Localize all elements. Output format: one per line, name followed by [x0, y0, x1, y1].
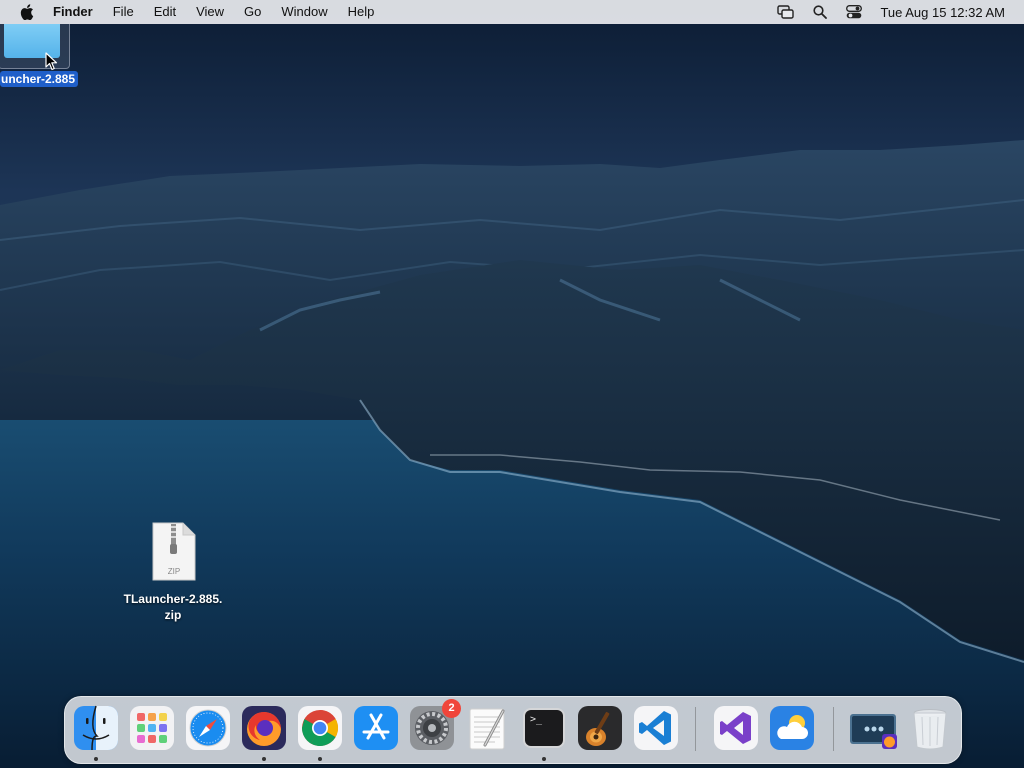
- dock-separator-2: [833, 707, 834, 751]
- trash-icon[interactable]: [907, 705, 953, 751]
- terminal-prompt-text: >_: [530, 714, 543, 725]
- terminal-running-indicator: [542, 757, 546, 761]
- system-preferences-icon[interactable]: 2: [409, 699, 461, 751]
- terminal-icon[interactable]: >_: [521, 705, 567, 751]
- firefox-icon[interactable]: [241, 705, 287, 751]
- textedit-icon[interactable]: [465, 705, 511, 751]
- menu-go[interactable]: Go: [234, 0, 271, 24]
- mouse-cursor-icon: [45, 52, 58, 71]
- zip-file-type-text: ZIP: [167, 567, 181, 576]
- zip-file-label[interactable]: TLauncher-2.885. zip: [108, 591, 238, 623]
- vscode-icon[interactable]: [633, 705, 679, 751]
- spotlight-search-icon[interactable]: [810, 0, 830, 24]
- garageband-icon[interactable]: [577, 705, 623, 751]
- chrome-icon[interactable]: [297, 705, 343, 751]
- control-center-icon[interactable]: [844, 0, 864, 24]
- menu-view[interactable]: View: [186, 0, 234, 24]
- desktop-folder-icon[interactable]: [0, 24, 70, 69]
- menu-help[interactable]: Help: [338, 0, 385, 24]
- desktop-wallpaper: [0, 0, 1024, 768]
- zip-file-icon[interactable]: ZIP: [150, 522, 198, 582]
- desktop-folder-label[interactable]: uncher-2.885: [0, 71, 79, 87]
- safari-icon[interactable]: [185, 705, 231, 751]
- visual-studio-icon[interactable]: [713, 705, 759, 751]
- dock-separator: [695, 707, 696, 751]
- app-store-icon[interactable]: [353, 705, 399, 751]
- menu-edit[interactable]: Edit: [144, 0, 186, 24]
- launchpad-icon[interactable]: [129, 705, 175, 751]
- menu-bar-clock[interactable]: Tue Aug 15 12:32 AM: [880, 5, 1005, 20]
- dock: 2 >_: [64, 696, 962, 764]
- zip-file-label-line2: zip: [164, 608, 182, 622]
- finder-icon[interactable]: [73, 705, 119, 751]
- finder-running-indicator: [94, 757, 98, 761]
- downloads-stack-icon[interactable]: [849, 705, 899, 751]
- apple-logo-icon[interactable]: [17, 0, 37, 24]
- menu-window[interactable]: Window: [271, 0, 337, 24]
- screen-mirroring-icon[interactable]: [776, 0, 796, 24]
- system-preferences-badge: 2: [442, 699, 461, 718]
- zip-file-label-line1: TLauncher-2.885.: [123, 592, 223, 606]
- menu-bar: Finder File Edit View Go Window Help Tue…: [0, 0, 1024, 24]
- chrome-running-indicator: [318, 757, 322, 761]
- weather-icon[interactable]: [769, 705, 815, 751]
- firefox-running-indicator: [262, 757, 266, 761]
- menu-file[interactable]: File: [103, 0, 144, 24]
- menu-bar-status-area: Tue Aug 15 12:32 AM: [776, 0, 1024, 24]
- menu-app-name[interactable]: Finder: [43, 0, 103, 24]
